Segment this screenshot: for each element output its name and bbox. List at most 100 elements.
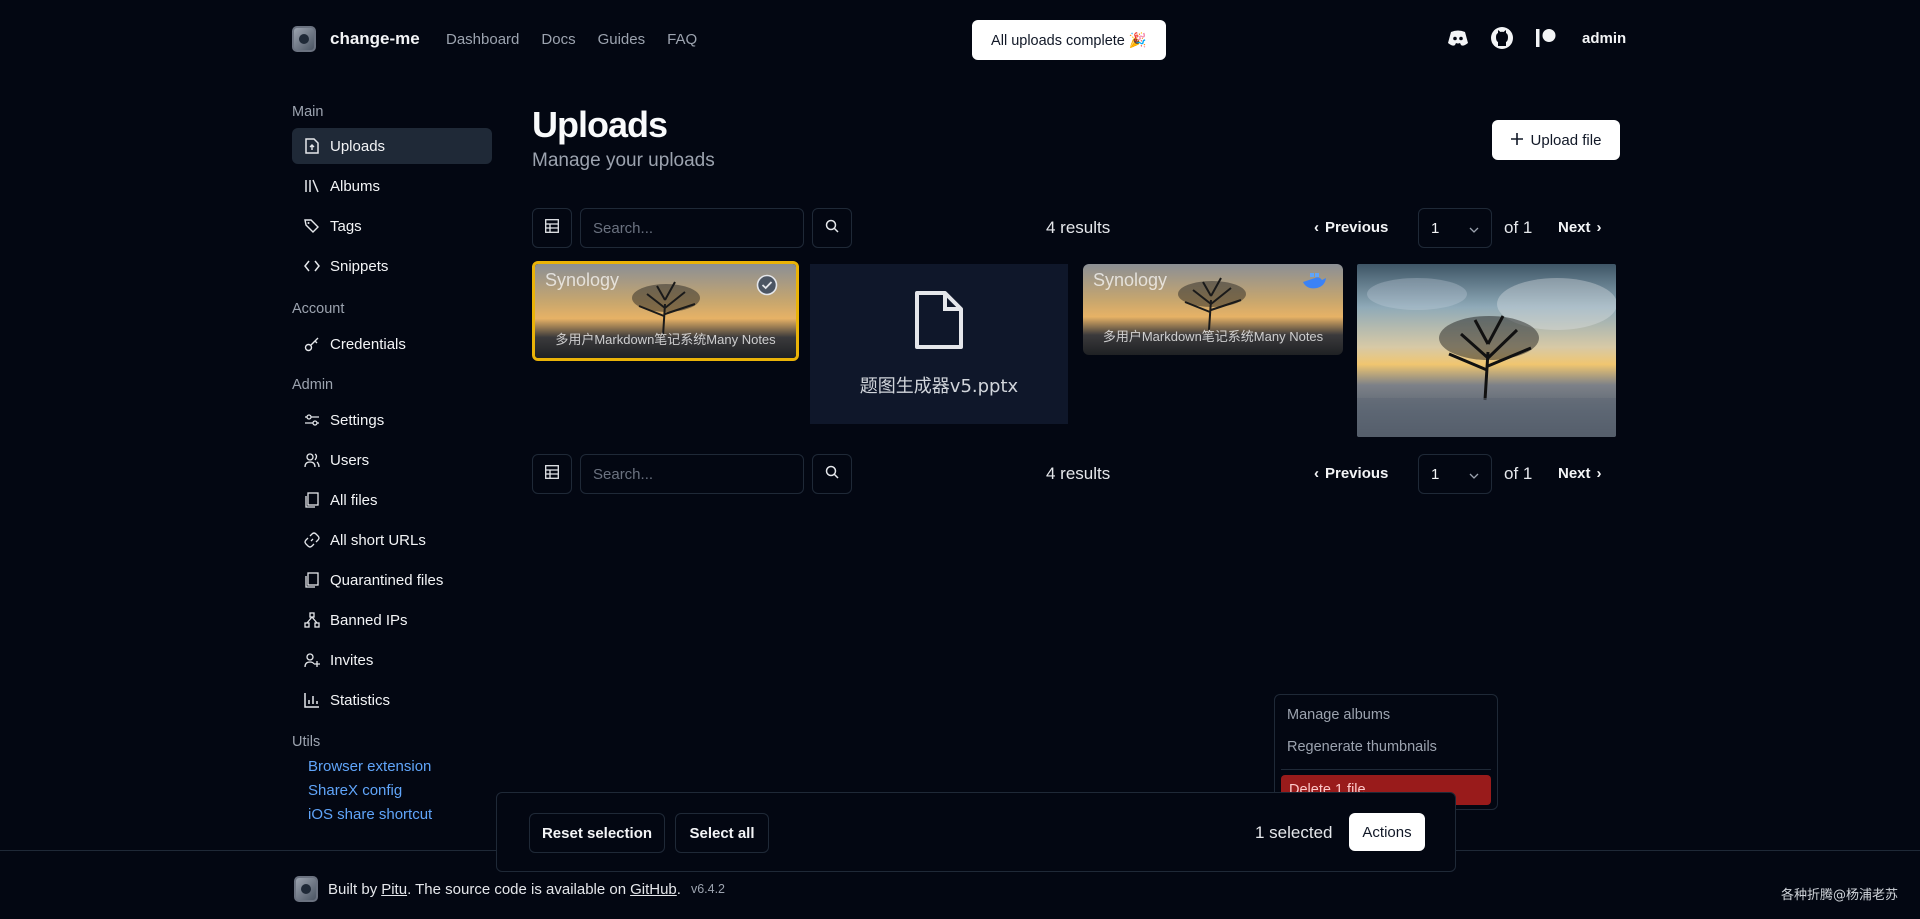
- header-links: admin: [1446, 26, 1626, 50]
- sidebar-item-label: Invites: [330, 651, 374, 669]
- discord-icon[interactable]: [1446, 26, 1470, 50]
- page-total: of 1: [1504, 218, 1533, 237]
- upload-item-3[interactable]: Synology 多用户Markdown笔记系统Many Notes: [1083, 264, 1343, 355]
- toolbar-top: 4 results ‹ Previous 1 of 1 Next ›: [532, 208, 1620, 248]
- nav-faq[interactable]: FAQ: [667, 31, 697, 48]
- page-select[interactable]: 1: [1418, 208, 1492, 248]
- footer-github-link[interactable]: GitHub: [630, 881, 677, 898]
- photo-watermark: Synology: [1093, 270, 1168, 290]
- patreon-icon[interactable]: [1534, 26, 1558, 50]
- sidebar-item-albums[interactable]: Albums: [292, 168, 492, 204]
- actions-button[interactable]: Actions: [1349, 813, 1425, 851]
- search-input[interactable]: [580, 454, 804, 494]
- chevron-down-icon: [1469, 466, 1479, 483]
- nav-dashboard[interactable]: Dashboard: [446, 31, 519, 48]
- sidebar-item-settings[interactable]: Settings: [292, 402, 492, 438]
- sidebar-item-label: Credentials: [330, 335, 406, 353]
- previous-page-button[interactable]: ‹ Previous: [1314, 465, 1388, 482]
- next-page-button[interactable]: Next ›: [1558, 219, 1602, 236]
- search-button[interactable]: [812, 208, 852, 248]
- previous-label: Previous: [1325, 465, 1389, 482]
- app-logo-icon: [294, 876, 318, 902]
- photo-watermark: Synology: [545, 270, 620, 290]
- sidebar-item-label: Banned IPs: [330, 611, 408, 629]
- link-icon: [304, 532, 320, 548]
- tags-icon: [304, 218, 320, 234]
- library-icon: [304, 178, 320, 194]
- brand[interactable]: change-me: [292, 26, 420, 52]
- sidebar-section-account: Account: [292, 301, 345, 317]
- sidebar-item-quarantined-files[interactable]: Quarantined files: [292, 562, 492, 598]
- sidebar-item-label: Settings: [330, 411, 385, 429]
- link-ios-share-shortcut[interactable]: iOS share shortcut: [308, 806, 432, 823]
- link-browser-extension[interactable]: Browser extension: [308, 758, 431, 775]
- top-bar: change-me Dashboard Docs Guides FAQ All …: [0, 0, 1920, 80]
- photo-caption: 多用户Markdown笔记系统Many Notes: [1102, 329, 1324, 344]
- chevron-right-icon: ›: [1596, 465, 1602, 482]
- brand-name[interactable]: change-me: [330, 29, 420, 49]
- footer-credits: Built by Pitu. The source code is availa…: [294, 876, 725, 902]
- check-circle-icon[interactable]: [756, 274, 778, 300]
- grid-view-button[interactable]: [532, 454, 572, 494]
- grid-view-button[interactable]: [532, 208, 572, 248]
- next-label: Next: [1558, 465, 1591, 482]
- search-icon: [825, 219, 839, 237]
- key-icon: [304, 336, 320, 352]
- sidebar-item-label: Snippets: [330, 257, 389, 275]
- sidebar-item-users[interactable]: Users: [292, 442, 492, 478]
- search-input[interactable]: [580, 208, 804, 248]
- menu-item-manage-albums[interactable]: Manage albums: [1287, 707, 1390, 723]
- link-sharex-config[interactable]: ShareX config: [308, 782, 402, 799]
- reset-selection-button[interactable]: Reset selection: [529, 813, 665, 853]
- sidebar-item-snippets[interactable]: Snippets: [292, 248, 492, 284]
- files-icon: [304, 572, 320, 588]
- upload-item-4[interactable]: [1357, 264, 1616, 437]
- photo-caption: 多用户Markdown笔记系统Many Notes: [555, 332, 776, 347]
- page-subtitle: Manage your uploads: [532, 150, 715, 171]
- thumbnail-image: [1357, 264, 1616, 437]
- sidebar-item-invites[interactable]: Invites: [292, 642, 492, 678]
- previous-label: Previous: [1325, 219, 1389, 236]
- select-all-button[interactable]: Select all: [675, 813, 769, 853]
- toolbar-bottom: 4 results ‹ Previous 1 of 1 Next ›: [532, 454, 1620, 494]
- menu-item-regenerate-thumbnails[interactable]: Regenerate thumbnails: [1287, 739, 1437, 755]
- menu-divider: [1281, 769, 1491, 770]
- page-title: Uploads: [532, 104, 668, 145]
- upload-item-1-selected[interactable]: Synology 多用户Markdown笔记系统Many Notes: [532, 261, 799, 361]
- github-icon[interactable]: [1490, 26, 1514, 50]
- sidebar-item-banned-ips[interactable]: Banned IPs: [292, 602, 492, 638]
- sidebar-item-credentials[interactable]: Credentials: [292, 326, 492, 362]
- sidebar-item-statistics[interactable]: Statistics: [292, 682, 492, 718]
- sidebar-item-tags[interactable]: Tags: [292, 208, 492, 244]
- app-logo-icon: [292, 26, 316, 52]
- watermark-text: 各种折腾@杨浦老苏: [1780, 888, 1898, 903]
- file-name: 题图生成器v5.pptx: [859, 376, 1019, 397]
- sidebar-item-label: Tags: [330, 217, 362, 235]
- next-page-button[interactable]: Next ›: [1558, 465, 1602, 482]
- top-nav: Dashboard Docs Guides FAQ: [446, 31, 719, 48]
- code-icon: [304, 258, 320, 274]
- upload-item-2[interactable]: 题图生成器v5.pptx: [810, 264, 1068, 424]
- sidebar-item-all-short-urls[interactable]: All short URLs: [292, 522, 492, 558]
- nav-docs[interactable]: Docs: [541, 31, 575, 48]
- search-button[interactable]: [812, 454, 852, 494]
- page-select[interactable]: 1: [1418, 454, 1492, 494]
- selection-action-bar: Reset selection Select all 1 selected Ac…: [496, 792, 1456, 872]
- sidebar-item-uploads[interactable]: Uploads: [292, 128, 492, 164]
- users-icon: [304, 452, 320, 468]
- sidebar-item-all-files[interactable]: All files: [292, 482, 492, 518]
- sidebar-item-label: All files: [330, 491, 378, 509]
- network-icon: [304, 612, 320, 628]
- sidebar-item-label: Statistics: [330, 691, 391, 709]
- chevron-left-icon: ‹: [1314, 219, 1319, 236]
- previous-page-button[interactable]: ‹ Previous: [1314, 219, 1388, 236]
- user-plus-icon: [304, 652, 320, 668]
- nav-guides[interactable]: Guides: [598, 31, 646, 48]
- upload-file-button[interactable]: Upload file: [1492, 120, 1620, 160]
- user-menu[interactable]: admin: [1582, 30, 1626, 47]
- sidebar-item-label: Uploads: [330, 137, 386, 155]
- upload-file-label: Upload file: [1530, 131, 1602, 149]
- sidebar-item-label: All short URLs: [330, 531, 426, 549]
- results-count: 4 results: [1046, 218, 1111, 237]
- footer-author-link[interactable]: Pitu: [381, 881, 407, 898]
